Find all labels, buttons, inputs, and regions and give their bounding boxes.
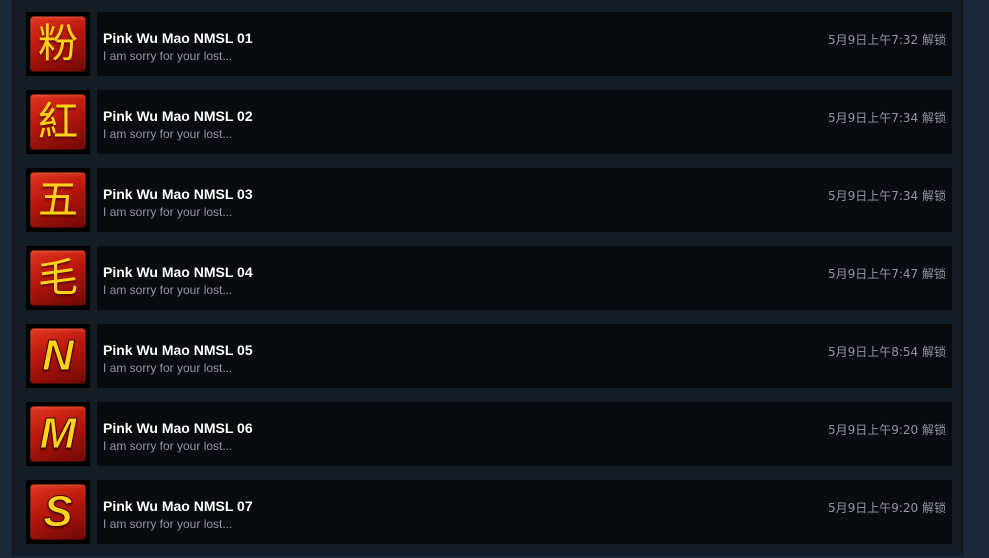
achievement-description: I am sorry for your lost... — [103, 439, 233, 453]
achievement-icon-frame: 五 — [26, 168, 90, 232]
achievement-row[interactable]: 五 Pink Wu Mao NMSL 03 I am sorry for you… — [26, 168, 952, 232]
mao-character-icon: 毛 — [30, 250, 86, 306]
achievement-info: Pink Wu Mao NMSL 01 I am sorry for your … — [97, 12, 952, 76]
achievement-unlock-time: 5月9日上午7:34 解锁 — [827, 111, 946, 125]
achievement-description: I am sorry for your lost... — [103, 205, 233, 219]
achievement-row[interactable]: N Pink Wu Mao NMSL 05 I am sorry for you… — [26, 324, 952, 388]
achievement-title: Pink Wu Mao NMSL 02 — [103, 108, 253, 124]
achievement-title: Pink Wu Mao NMSL 07 — [103, 498, 253, 514]
achievement-title: Pink Wu Mao NMSL 06 — [103, 420, 253, 436]
achievement-description: I am sorry for your lost... — [103, 127, 233, 141]
achievement-icon-frame: 粉 — [26, 12, 90, 76]
achievement-icon-frame: 毛 — [26, 246, 90, 310]
achievements-panel: 粉 Pink Wu Mao NMSL 01 I am sorry for you… — [12, 0, 963, 556]
achievement-unlock-time: 5月9日上午7:47 解锁 — [827, 267, 946, 281]
achievement-info: Pink Wu Mao NMSL 03 I am sorry for your … — [97, 168, 952, 232]
achievement-icon-frame: S — [26, 480, 90, 544]
achievement-unlock-time: 5月9日上午8:54 解锁 — [827, 345, 946, 359]
achievement-unlock-time: 5月9日上午7:32 解锁 — [827, 33, 946, 47]
achievement-description: I am sorry for your lost... — [103, 361, 233, 375]
achievement-icon-frame: 紅 — [26, 90, 90, 154]
achievement-title: Pink Wu Mao NMSL 05 — [103, 342, 253, 358]
fen-character-icon: 粉 — [30, 16, 86, 72]
achievement-description: I am sorry for your lost... — [103, 517, 233, 531]
achievement-info: Pink Wu Mao NMSL 05 I am sorry for your … — [97, 324, 952, 388]
achievement-row[interactable]: S Pink Wu Mao NMSL 07 I am sorry for you… — [26, 480, 952, 544]
achievement-list: 粉 Pink Wu Mao NMSL 01 I am sorry for you… — [26, 12, 952, 558]
letter-n-icon: N — [30, 328, 86, 384]
achievement-info: Pink Wu Mao NMSL 07 I am sorry for your … — [97, 480, 952, 544]
achievement-icon-frame: M — [26, 402, 90, 466]
achievement-unlock-time: 5月9日上午7:34 解锁 — [827, 189, 946, 203]
achievement-title: Pink Wu Mao NMSL 03 — [103, 186, 253, 202]
achievement-row[interactable]: 紅 Pink Wu Mao NMSL 02 I am sorry for you… — [26, 90, 952, 154]
achievement-unlock-time: 5月9日上午9:20 解锁 — [827, 501, 946, 515]
hong-character-icon: 紅 — [30, 94, 86, 150]
letter-m-icon: M — [30, 406, 86, 462]
achievement-icon-frame: N — [26, 324, 90, 388]
achievement-title: Pink Wu Mao NMSL 04 — [103, 264, 253, 280]
achievement-description: I am sorry for your lost... — [103, 283, 233, 297]
achievement-row[interactable]: M Pink Wu Mao NMSL 06 I am sorry for you… — [26, 402, 952, 466]
letter-s-icon: S — [30, 484, 86, 540]
achievement-row[interactable]: 粉 Pink Wu Mao NMSL 01 I am sorry for you… — [26, 12, 952, 76]
achievement-info: Pink Wu Mao NMSL 02 I am sorry for your … — [97, 90, 952, 154]
wu-character-icon: 五 — [30, 172, 86, 228]
achievement-title: Pink Wu Mao NMSL 01 — [103, 30, 253, 46]
achievement-unlock-time: 5月9日上午9:20 解锁 — [827, 423, 946, 437]
achievement-row[interactable]: 毛 Pink Wu Mao NMSL 04 I am sorry for you… — [26, 246, 952, 310]
achievement-description: I am sorry for your lost... — [103, 49, 233, 63]
achievement-info: Pink Wu Mao NMSL 04 I am sorry for your … — [97, 246, 952, 310]
achievement-info: Pink Wu Mao NMSL 06 I am sorry for your … — [97, 402, 952, 466]
